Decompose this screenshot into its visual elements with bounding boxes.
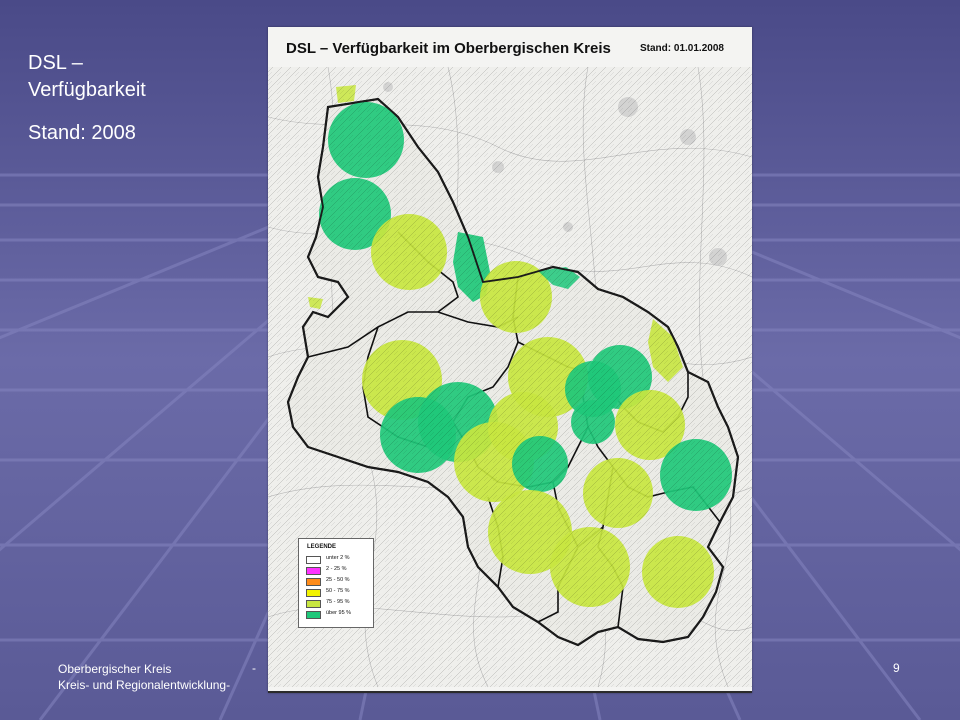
slide-title-line-2: Verfügbarkeit (28, 79, 146, 101)
map-date: Stand: 01.01.2008 (640, 43, 724, 54)
legend-label: 50 - 75 % (326, 588, 350, 594)
legend-swatch (306, 578, 321, 586)
legend-label: 25 - 50 % (326, 577, 350, 583)
legend-item: 2 - 25 % (306, 566, 370, 575)
legend-label: 2 - 25 % (326, 566, 347, 572)
legend-item: 75 - 95 % (306, 599, 370, 608)
legend-item: unter 2 % (306, 555, 370, 564)
legend-swatch (306, 556, 321, 564)
slide-subtitle: Stand: 2008 (28, 122, 136, 144)
footer-organization: Oberbergischer Kreis Kreis- und Regional… (58, 661, 230, 693)
legend-item: 50 - 75 % (306, 588, 370, 597)
legend-title: LEGENDE (307, 544, 337, 550)
slide-title-line-1: DSL – (28, 52, 83, 74)
legend-swatch (306, 567, 321, 575)
legend-item: über 95 % (306, 610, 370, 619)
legend-label: über 95 % (326, 610, 352, 616)
legend-swatch (306, 589, 321, 597)
slide-title: DSL – Verfügbarkeit (28, 50, 146, 104)
legend-label: 75 - 95 % (326, 599, 350, 605)
legend-label: unter 2 % (326, 555, 350, 561)
page-number: 9 (893, 661, 900, 675)
footer-dash: - (252, 661, 256, 675)
footer-org-line-1: Oberbergischer Kreis (58, 662, 172, 676)
legend-item: 25 - 50 % (306, 577, 370, 586)
dsl-coverage-map: DSL – Verfügbarkeit im Oberbergischen Kr… (268, 27, 752, 693)
legend-swatch (306, 611, 321, 619)
map-title: DSL – Verfügbarkeit im Oberbergischen Kr… (286, 40, 611, 57)
map-legend: LEGENDE unter 2 % 2 - 25 % 25 - 50 % 50 … (298, 538, 374, 628)
footer-org-line-2: Kreis- und Regionalentwicklung- (58, 678, 231, 692)
legend-swatch (306, 600, 321, 608)
map-bottom-border (268, 691, 752, 693)
